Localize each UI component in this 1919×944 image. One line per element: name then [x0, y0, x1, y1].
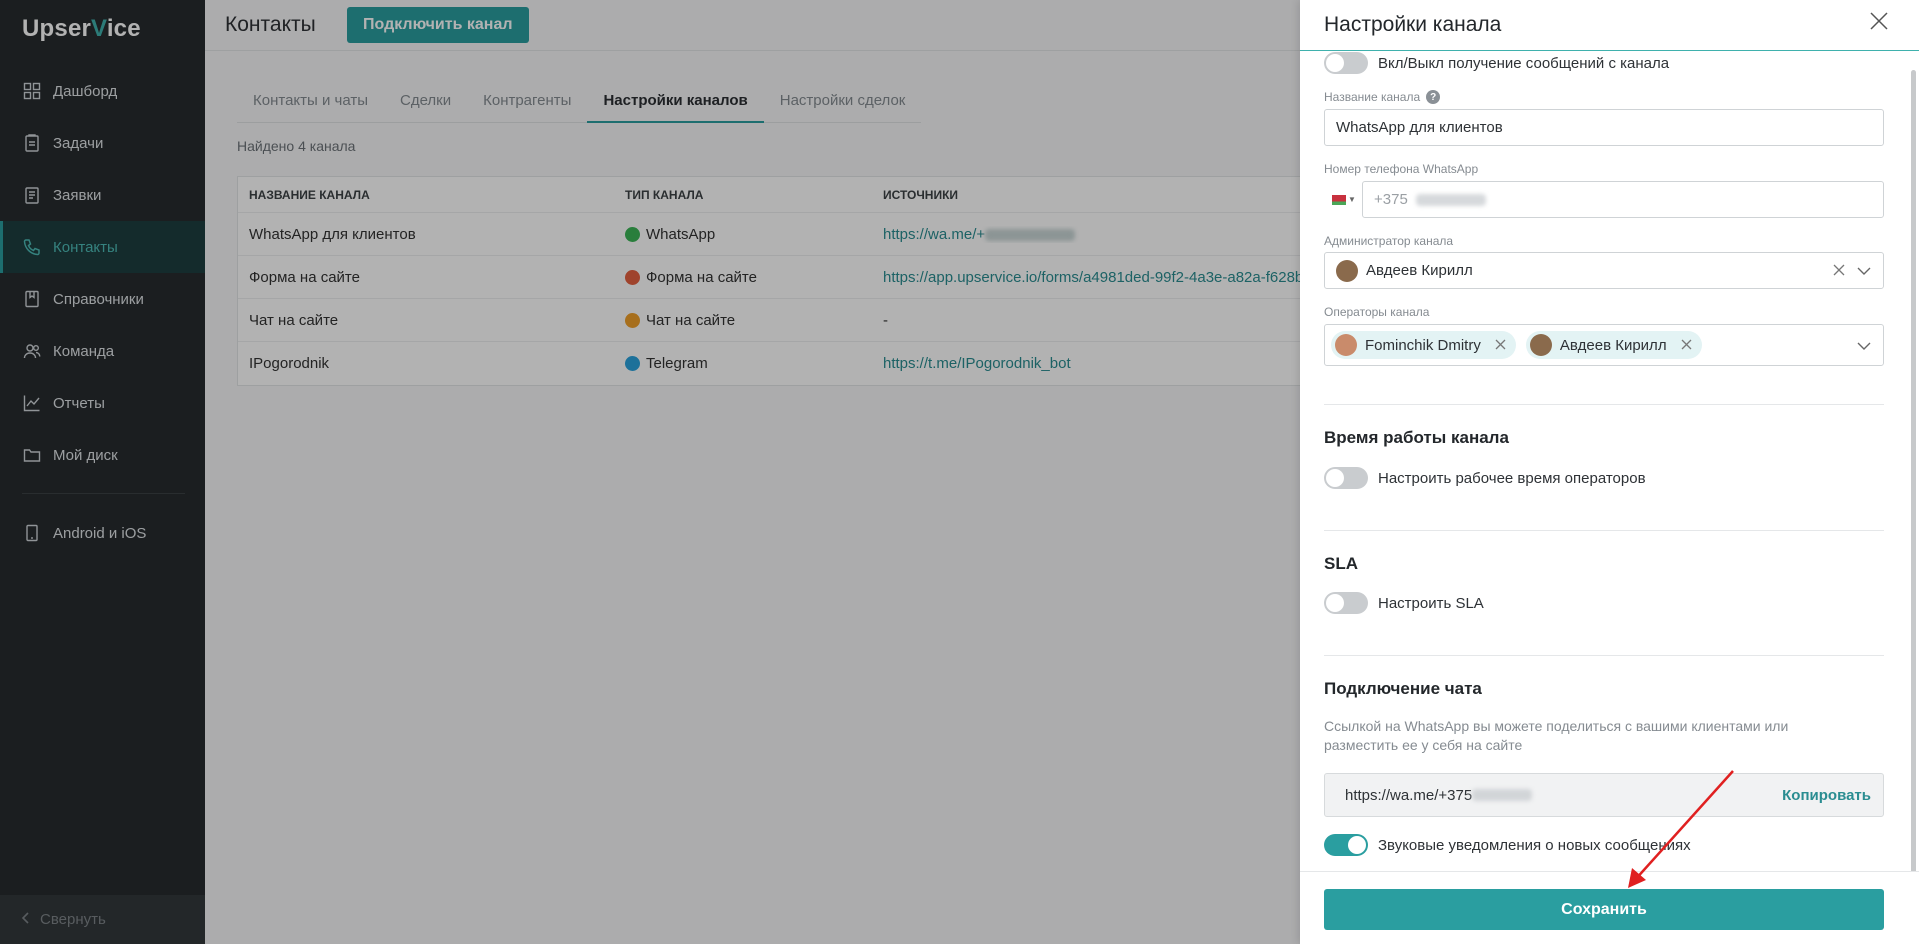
drawer-scrollbar[interactable] — [1911, 70, 1916, 935]
operators-label: Операторы канала — [1324, 305, 1430, 319]
receive-messages-row: Вкл/Выкл получение сообщений с канала — [1324, 52, 1669, 74]
blurred-number — [1415, 193, 1486, 206]
work-time-title: Время работы канала — [1324, 428, 1509, 447]
admin-select[interactable]: Авдеев Кирилл — [1324, 252, 1884, 289]
section-divider — [1324, 404, 1884, 405]
phone-label: Номер телефона WhatsApp — [1324, 162, 1479, 176]
section-divider — [1324, 530, 1884, 531]
operator-name: Авдеев Кирилл — [1559, 336, 1667, 354]
sound-notifications-toggle[interactable] — [1324, 834, 1368, 856]
select-controls — [1857, 338, 1871, 355]
chat-connection-description: Ссылкой на WhatsApp вы можете поделиться… — [1324, 718, 1789, 753]
sla-toggle[interactable] — [1324, 592, 1368, 614]
avatar — [1335, 334, 1357, 356]
blurred-number — [1472, 789, 1533, 801]
close-icon[interactable] — [1868, 10, 1894, 36]
operator-chip: Авдеев Кирилл — [1525, 331, 1702, 359]
chat-connection-title: Подключение чата — [1324, 679, 1482, 698]
admin-value: Авдеев Кирилл — [1366, 262, 1473, 279]
receive-messages-toggle[interactable] — [1324, 52, 1368, 74]
avatar — [1336, 259, 1358, 282]
work-time-toggle[interactable] — [1324, 467, 1368, 489]
sla-title: SLA — [1324, 554, 1358, 573]
modal-overlay[interactable] — [0, 0, 1300, 944]
chat-link-field: https://wa.me/+375 Копировать — [1324, 773, 1884, 817]
phone-prefix: +375 — [1374, 191, 1408, 208]
chat-link-value[interactable]: https://wa.me/+375 — [1345, 787, 1472, 804]
help-icon[interactable]: ? — [1426, 90, 1441, 104]
channel-name-value: WhatsApp для клиентов — [1336, 119, 1503, 136]
caret-down-icon: ▼ — [1348, 195, 1356, 204]
drawer-title: Настройки канала — [1324, 13, 1502, 36]
drawer-footer: Сохранить — [1300, 871, 1919, 944]
sla-row: Настроить SLA — [1324, 592, 1484, 614]
section-divider — [1324, 655, 1884, 656]
remove-chip-icon[interactable] — [1495, 337, 1506, 354]
operator-chip: Fominchik Dmitry — [1331, 331, 1516, 359]
channel-name-field[interactable]: WhatsApp для клиентов — [1324, 109, 1884, 146]
operator-name: Fominchik Dmitry — [1365, 336, 1481, 354]
select-controls — [1833, 263, 1871, 280]
copy-button[interactable]: Копировать — [1782, 787, 1871, 804]
toggle-label: Звуковые уведомления о новых сообщениях — [1378, 836, 1691, 854]
chevron-down-icon[interactable] — [1857, 338, 1871, 355]
chevron-down-icon[interactable] — [1857, 263, 1871, 280]
avatar — [1529, 334, 1552, 356]
channel-settings-drawer: Настройки канала Вкл/Выкл получение сооб… — [1300, 0, 1919, 944]
toggle-label: Настроить рабочее время операторов — [1378, 469, 1646, 487]
drawer-header: Настройки канала — [1300, 0, 1919, 51]
admin-label: Администратор канала — [1324, 234, 1454, 248]
clear-icon[interactable] — [1833, 263, 1845, 280]
work-time-row: Настроить рабочее время операторов — [1324, 467, 1646, 489]
sound-notifications-row: Звуковые уведомления о новых сообщениях — [1324, 834, 1691, 856]
country-select[interactable]: ▼ — [1324, 181, 1360, 218]
toggle-label: Настроить SLA — [1378, 594, 1484, 612]
field-label: Название канала — [1324, 90, 1421, 104]
operators-select[interactable]: Fominchik Dmitry Авдеев Кирилл — [1324, 324, 1884, 366]
channel-name-label: Название канала? — [1324, 90, 1441, 104]
toggle-label: Вкл/Выкл получение сообщений с канала — [1378, 54, 1670, 72]
phone-field[interactable]: +375 — [1362, 181, 1884, 218]
save-button[interactable]: Сохранить — [1324, 889, 1884, 930]
remove-chip-icon[interactable] — [1681, 337, 1692, 354]
belarus-flag-icon — [1332, 194, 1346, 205]
